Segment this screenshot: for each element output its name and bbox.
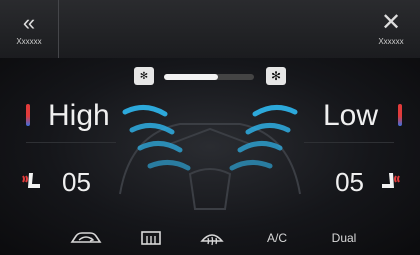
car-recirculation-icon: [70, 232, 102, 243]
rear-defrost-button[interactable]: [138, 226, 164, 250]
close-button[interactable]: ✕ Xxxxxx: [362, 0, 420, 58]
fan-speed-slider[interactable]: [164, 74, 254, 80]
close-button-label: Xxxxxx: [378, 36, 404, 46]
ac-button[interactable]: A/C: [262, 226, 292, 250]
dual-button[interactable]: Dual: [326, 226, 362, 250]
left-temperature-indicator-icon: [26, 104, 30, 126]
left-seat-heater-level[interactable]: 05: [62, 167, 91, 198]
front-defrost-button[interactable]: [198, 226, 226, 250]
rear-defrost-icon: [141, 231, 161, 245]
fan-speed-fill: [164, 74, 218, 80]
right-temperature-indicator-icon: [398, 104, 402, 126]
fan-speed-control[interactable]: ✻ ✻: [134, 66, 286, 88]
back-button[interactable]: « Xxxxxx: [0, 0, 59, 58]
close-icon: ✕: [380, 8, 402, 36]
fan-low-icon[interactable]: ✻: [134, 67, 154, 85]
double-chevron-left-icon: «: [22, 9, 36, 35]
fan-high-icon[interactable]: ✻: [266, 67, 286, 85]
left-seat-heater-icon[interactable]: [20, 170, 44, 194]
right-divider: [304, 142, 394, 143]
back-button-label: Xxxxxx: [16, 36, 42, 46]
car-interior-outline: [119, 123, 301, 210]
right-seat-heater-level[interactable]: 05: [335, 167, 364, 198]
recirculation-button[interactable]: [68, 226, 104, 250]
left-temperature[interactable]: High: [48, 99, 110, 133]
right-seat-heater-icon[interactable]: [378, 170, 402, 194]
right-temperature[interactable]: Low: [323, 99, 378, 133]
left-divider: [26, 142, 116, 143]
top-bar: « Xxxxxx ✕ Xxxxxx: [0, 0, 420, 59]
airflow-visual: [119, 105, 301, 210]
front-defrost-icon: [200, 234, 224, 246]
